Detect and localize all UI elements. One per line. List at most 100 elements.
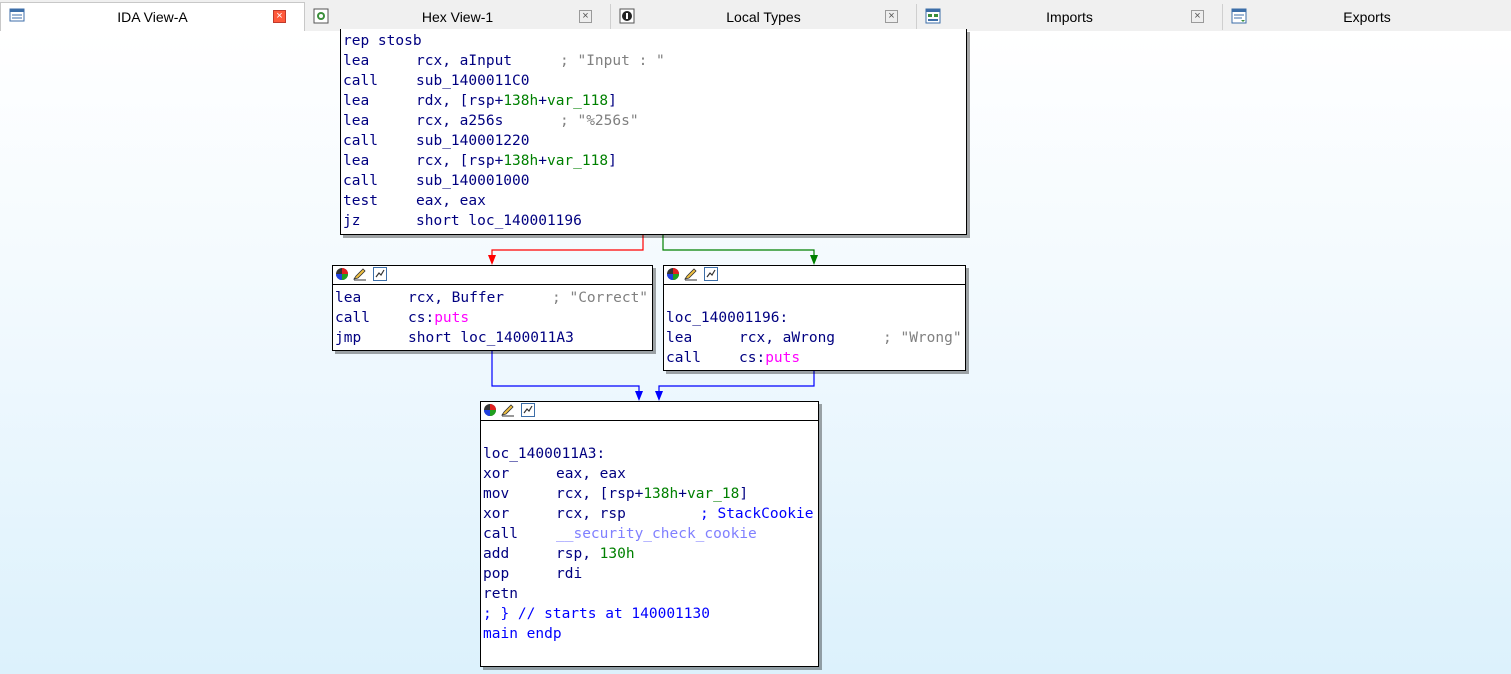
ida-view-icon bbox=[9, 8, 25, 22]
basic-block-wrong[interactable]: loc_140001196: lea rcx, aWrong ; "Wrong" c… bbox=[663, 265, 966, 371]
operand: eax, eax bbox=[416, 193, 486, 209]
color-palette-icon[interactable] bbox=[666, 267, 680, 281]
mnemonic: jmp bbox=[335, 330, 362, 346]
group-nodes-icon[interactable] bbox=[373, 267, 387, 281]
operand: rdx, [rsp+138h+var_118] bbox=[416, 91, 617, 111]
basic-block-end[interactable]: loc_1400011A3: xor eax, eax mov rcx, [rsp+… bbox=[480, 401, 819, 667]
operand-text: rcx, [rsp+ bbox=[416, 153, 504, 169]
rename-pencil-icon[interactable] bbox=[684, 267, 698, 281]
tab-exports[interactable]: Exports bbox=[1223, 4, 1511, 30]
operand-text: + bbox=[538, 93, 547, 109]
operand: rcx, aInput bbox=[416, 53, 513, 69]
operand-text: rsp, bbox=[556, 546, 600, 562]
operand: sub_1400011C0 bbox=[416, 73, 530, 89]
tab-hex-view-1[interactable]: Hex View-1 × bbox=[305, 4, 611, 30]
import-name[interactable]: puts bbox=[434, 310, 469, 326]
mnemonic: call bbox=[343, 133, 378, 149]
close-icon[interactable]: × bbox=[885, 10, 898, 23]
comment: ; StackCookie bbox=[700, 506, 814, 522]
operand: rsp, 130h bbox=[556, 544, 635, 564]
stack-variable[interactable]: var_118 bbox=[547, 153, 608, 169]
block-toolbar bbox=[664, 266, 965, 285]
block-toolbar bbox=[333, 266, 652, 285]
tab-label: IDA View-A bbox=[117, 9, 188, 25]
tab-label: Imports bbox=[1046, 9, 1093, 25]
operand: cs:puts bbox=[739, 348, 800, 368]
stack-variable[interactable]: var_118 bbox=[547, 93, 608, 109]
comment: ; "%256s" bbox=[560, 113, 639, 129]
import-name[interactable]: puts bbox=[765, 350, 800, 366]
mnemonic: rep stosb bbox=[343, 33, 422, 49]
mnemonic: test bbox=[343, 193, 378, 209]
color-palette-icon[interactable] bbox=[483, 403, 497, 417]
endp-directive: main endp bbox=[483, 626, 562, 642]
mnemonic: lea bbox=[343, 153, 370, 169]
operand: rcx, rsp bbox=[556, 506, 626, 522]
tab-label: Local Types bbox=[726, 9, 801, 25]
operand-text: cs: bbox=[739, 350, 766, 366]
function-reference[interactable]: __security_check_cookie bbox=[556, 524, 757, 544]
immediate-value: 138h bbox=[503, 93, 539, 109]
close-icon[interactable]: × bbox=[273, 10, 286, 23]
immediate-value: 138h bbox=[643, 486, 679, 502]
mnemonic: lea bbox=[343, 93, 370, 109]
group-nodes-icon[interactable] bbox=[704, 267, 718, 281]
tab-local-types[interactable]: Local Types × bbox=[611, 4, 917, 30]
operand: sub_140001000 bbox=[416, 173, 530, 189]
mnemonic: jz bbox=[343, 213, 361, 229]
tab-ida-view-a[interactable]: IDA View-A × bbox=[0, 2, 305, 31]
operand: eax, eax bbox=[556, 466, 626, 482]
imports-icon bbox=[925, 8, 941, 24]
rename-pencil-icon[interactable] bbox=[353, 267, 367, 281]
mnemonic: mov bbox=[483, 486, 510, 502]
tab-label: Exports bbox=[1343, 9, 1391, 25]
mnemonic: xor bbox=[483, 506, 510, 522]
exports-icon bbox=[1231, 8, 1247, 24]
close-icon[interactable]: × bbox=[579, 10, 592, 23]
mnemonic: lea bbox=[335, 290, 362, 306]
mnemonic: lea bbox=[343, 53, 370, 69]
rename-pencil-icon[interactable] bbox=[501, 403, 515, 417]
operand-text: rdx, [rsp+ bbox=[416, 93, 504, 109]
operand-text: + bbox=[678, 486, 687, 502]
mnemonic: lea bbox=[666, 330, 693, 346]
operand: rcx, aWrong bbox=[739, 330, 836, 346]
tab-bar: IDA View-A × Hex View-1 × Local Types × … bbox=[0, 0, 1511, 32]
color-palette-icon[interactable] bbox=[335, 267, 349, 281]
mnemonic: add bbox=[483, 546, 510, 562]
operand-text: ] bbox=[608, 153, 617, 169]
block-toolbar bbox=[481, 402, 818, 421]
operand: rcx, Buffer bbox=[408, 290, 505, 306]
immediate-value: 130h bbox=[599, 546, 635, 562]
operand-text: ] bbox=[739, 486, 749, 502]
mnemonic: pop bbox=[483, 566, 510, 582]
operand: rcx, [rsp+138h+var_18] bbox=[556, 484, 748, 504]
comment: ; "Input : " bbox=[560, 53, 665, 69]
operand: rdi bbox=[556, 566, 583, 582]
operand: rcx, [rsp+138h+var_118] bbox=[416, 151, 617, 171]
operand[interactable]: short loc_1400011A3 bbox=[408, 328, 574, 348]
basic-block-top[interactable]: rep stosb lea rcx, aInput ; "Input : " cal… bbox=[340, 29, 967, 235]
stack-variable[interactable]: var_18 bbox=[687, 486, 739, 502]
function-end-comment: ; } // starts at 140001130 bbox=[483, 606, 710, 622]
tab-imports[interactable]: Imports × bbox=[917, 4, 1223, 30]
operand: cs:puts bbox=[408, 308, 469, 328]
mnemonic: retn bbox=[483, 586, 518, 602]
basic-block-correct[interactable]: lea rcx, Buffer ; "Correct" call cs:puts jm… bbox=[332, 265, 653, 351]
mnemonic: lea bbox=[343, 113, 370, 129]
operand: sub_140001220 bbox=[416, 133, 530, 149]
immediate-value: 138h bbox=[503, 153, 539, 169]
comment: ; "Wrong" bbox=[883, 330, 962, 346]
operand-text: rcx, [rsp+ bbox=[556, 486, 644, 502]
tab-label: Hex View-1 bbox=[421, 9, 494, 25]
comment: ; "Correct" bbox=[552, 290, 649, 306]
location-label: loc_1400011A3: bbox=[483, 446, 606, 462]
mnemonic: call bbox=[343, 173, 378, 189]
operand-text: + bbox=[538, 153, 547, 169]
local-types-icon bbox=[619, 8, 635, 24]
location-label: loc_140001196: bbox=[666, 310, 789, 326]
group-nodes-icon[interactable] bbox=[521, 403, 535, 417]
operand-text: cs: bbox=[408, 310, 435, 326]
mnemonic: call bbox=[483, 526, 518, 542]
close-icon[interactable]: × bbox=[1191, 10, 1204, 23]
